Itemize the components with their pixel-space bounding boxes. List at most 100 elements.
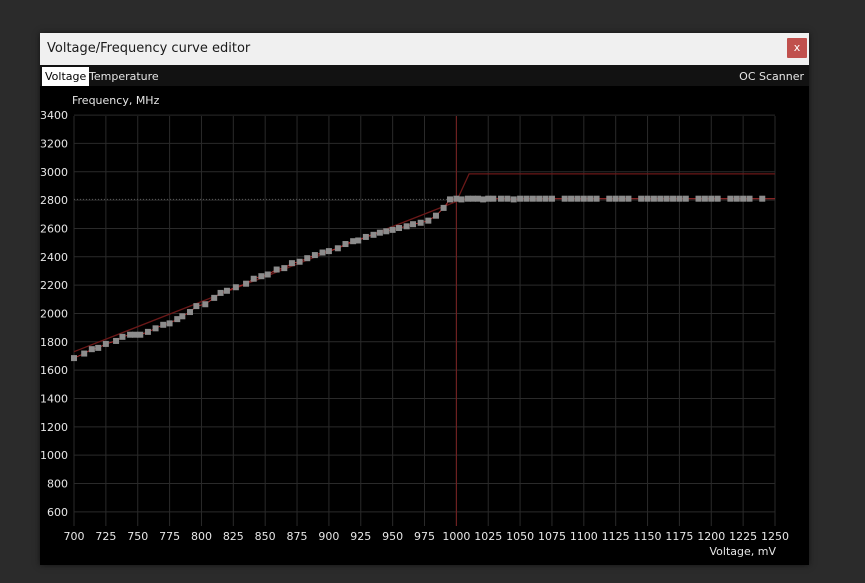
curve-point[interactable] xyxy=(663,195,670,202)
curve-point[interactable] xyxy=(625,195,632,202)
x-tick-label: 1200 xyxy=(697,530,725,543)
curve-point[interactable] xyxy=(342,241,349,248)
curve-point[interactable] xyxy=(311,252,318,259)
curve-point[interactable] xyxy=(211,294,218,301)
curve-point[interactable] xyxy=(733,195,740,202)
curve-point[interactable] xyxy=(510,196,517,203)
curve-point[interactable] xyxy=(593,195,600,202)
curve-points[interactable] xyxy=(71,195,766,362)
curve-point[interactable] xyxy=(304,255,311,262)
curve-point[interactable] xyxy=(71,355,77,362)
curve-point[interactable] xyxy=(561,195,568,202)
curve-point[interactable] xyxy=(587,195,594,202)
vf-curve-chart[interactable]: Frequency, MHz Voltage, mV 700 725 750 775 8… xyxy=(40,86,809,565)
curve-point[interactable] xyxy=(81,350,88,357)
curve-point[interactable] xyxy=(746,195,753,202)
curve-point[interactable] xyxy=(403,223,410,230)
curve-point[interactable] xyxy=(113,337,120,344)
curve-point[interactable] xyxy=(102,340,109,347)
curve-point[interactable] xyxy=(250,275,257,282)
curve-point[interactable] xyxy=(432,212,439,219)
curve-point[interactable] xyxy=(682,195,689,202)
curve-point[interactable] xyxy=(202,301,209,308)
curve-point[interactable] xyxy=(273,266,280,273)
curve-point[interactable] xyxy=(612,195,619,202)
curve-point[interactable] xyxy=(517,195,524,202)
vf-curve-editor-window: Voltage/Frequency curve editor x Voltage… xyxy=(40,33,809,565)
curve-point[interactable] xyxy=(296,258,303,265)
curve-point[interactable] xyxy=(695,195,702,202)
curve-point[interactable] xyxy=(288,260,295,267)
curve-point[interactable] xyxy=(186,309,193,316)
curve-point[interactable] xyxy=(281,265,288,272)
curve-point[interactable] xyxy=(446,196,453,203)
close-button[interactable]: x xyxy=(787,38,807,58)
curve-point[interactable] xyxy=(676,195,683,202)
curve-point[interactable] xyxy=(536,195,543,202)
curve-point[interactable] xyxy=(425,217,432,224)
curve-point[interactable] xyxy=(727,195,734,202)
curve-point[interactable] xyxy=(152,325,159,332)
curve-point[interactable] xyxy=(376,229,383,236)
curve-point[interactable] xyxy=(529,195,536,202)
curve-point[interactable] xyxy=(523,195,530,202)
x-tick-label: 850 xyxy=(255,530,276,543)
curve-point[interactable] xyxy=(417,219,424,226)
curve-point[interactable] xyxy=(619,195,626,202)
curve-point[interactable] xyxy=(396,225,403,232)
curve-point[interactable] xyxy=(542,195,549,202)
curve-point[interactable] xyxy=(389,226,396,233)
x-tick-label: 700 xyxy=(64,530,85,543)
y-tick-label: 800 xyxy=(47,477,68,490)
curve-point[interactable] xyxy=(504,195,511,202)
chart-svg[interactable]: Frequency, MHz Voltage, mV 700 725 750 775 8… xyxy=(40,86,809,565)
curve-point[interactable] xyxy=(580,195,587,202)
curve-point[interactable] xyxy=(638,195,645,202)
curve-point[interactable] xyxy=(264,271,271,278)
oc-scanner-button[interactable]: OC Scanner xyxy=(739,67,804,86)
curve-point[interactable] xyxy=(258,273,265,280)
curve-point[interactable] xyxy=(166,320,173,327)
curve-point[interactable] xyxy=(179,313,186,320)
curve-point[interactable] xyxy=(490,195,497,202)
curve-point[interactable] xyxy=(708,195,715,202)
curve-point[interactable] xyxy=(657,195,664,202)
y-tick-label: 3200 xyxy=(40,137,68,150)
curve-point[interactable] xyxy=(88,346,95,353)
curve-point[interactable] xyxy=(319,249,326,256)
curve-point[interactable] xyxy=(193,303,200,310)
curve-point[interactable] xyxy=(383,228,390,235)
curve-point[interactable] xyxy=(670,195,677,202)
curve-point[interactable] xyxy=(650,195,657,202)
curve-point[interactable] xyxy=(548,195,555,202)
curve-point[interactable] xyxy=(568,195,575,202)
tab-voltage[interactable]: Voltage xyxy=(42,67,90,86)
curve-point[interactable] xyxy=(243,280,250,287)
curve-point[interactable] xyxy=(458,196,465,203)
curve-point[interactable] xyxy=(740,195,747,202)
curve-point[interactable] xyxy=(223,287,230,294)
curve-point[interactable] xyxy=(95,344,102,351)
curve-point[interactable] xyxy=(497,195,504,202)
curve-point[interactable] xyxy=(714,195,721,202)
curve-point[interactable] xyxy=(325,248,332,255)
curve-point[interactable] xyxy=(644,195,651,202)
curve-point[interactable] xyxy=(137,331,144,338)
curve-point[interactable] xyxy=(362,233,369,240)
tab-temperature[interactable]: Temperature xyxy=(86,67,162,86)
curve-point[interactable] xyxy=(355,237,362,244)
curve-point[interactable] xyxy=(606,195,613,202)
curve-point[interactable] xyxy=(759,195,766,202)
curve-point[interactable] xyxy=(232,284,239,291)
curve-point[interactable] xyxy=(119,333,126,340)
title-bar[interactable]: Voltage/Frequency curve editor x xyxy=(40,33,809,65)
curve-point[interactable] xyxy=(160,321,167,328)
curve-point[interactable] xyxy=(217,289,224,296)
curve-point[interactable] xyxy=(701,195,708,202)
curve-point[interactable] xyxy=(440,204,447,211)
curve-point[interactable] xyxy=(370,231,377,238)
curve-point[interactable] xyxy=(574,195,581,202)
curve-point[interactable] xyxy=(334,245,341,252)
curve-point[interactable] xyxy=(144,328,151,335)
curve-point[interactable] xyxy=(410,221,417,228)
